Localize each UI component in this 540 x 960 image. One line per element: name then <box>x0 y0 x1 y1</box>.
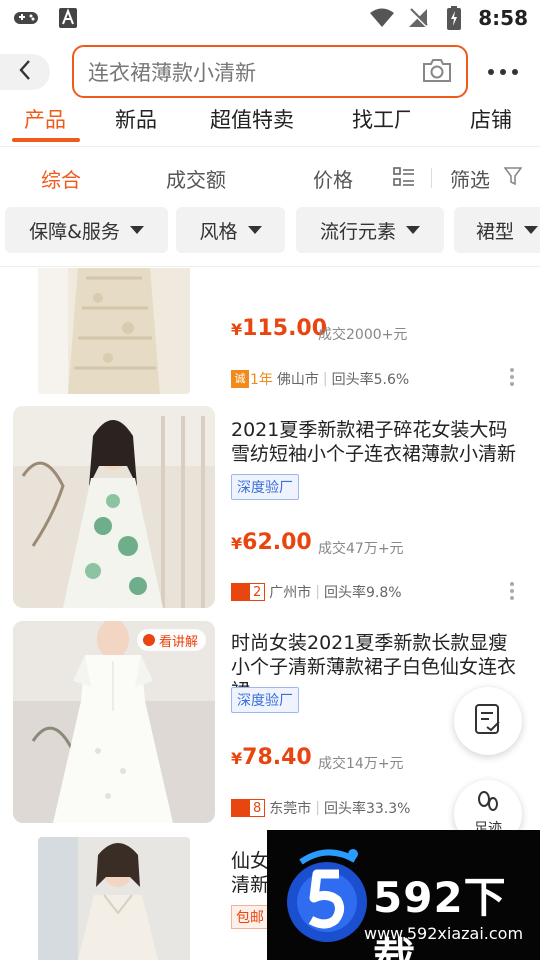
status-bar: 8:58 <box>0 0 540 36</box>
product-price: ¥62.00 <box>231 530 312 555</box>
product-image[interactable] <box>38 837 190 960</box>
verified-factory-badge: 深度验厂 <box>231 474 299 500</box>
tab-new[interactable]: 新品 <box>115 104 157 134</box>
tab-factory[interactable]: 找工厂 <box>352 104 410 134</box>
product-price: ¥115.00 <box>231 316 328 341</box>
chip-label: 流行元素 <box>319 220 396 243</box>
sort-bar: 综合 成交额 价格 筛选 <box>0 152 540 202</box>
seller-year-badge: 诚 1年 <box>231 369 273 389</box>
seller-location: 佛山市 <box>276 372 319 388</box>
divider <box>0 266 540 267</box>
back-button[interactable] <box>0 54 50 90</box>
caret-down-icon <box>129 226 144 234</box>
live-explain-tag[interactable]: 看讲解 <box>137 629 207 651</box>
checklist-icon <box>473 703 503 739</box>
chip-label: 裙型 <box>476 220 515 243</box>
seller-meta: 诚 1年 佛山市 | 回头率5.6% <box>231 369 409 389</box>
more-vertical-icon[interactable] <box>510 582 514 600</box>
chevron-left-icon <box>18 59 32 85</box>
filter-funnel-icon[interactable] <box>503 166 523 190</box>
play-icon <box>143 634 155 646</box>
product-sales: 成交47万+元 <box>318 541 404 557</box>
category-tabs: 产品 新品 超值特卖 找工厂 店铺 <box>0 100 540 144</box>
chip-style[interactable]: 风格 <box>176 207 285 253</box>
font-a-icon <box>54 6 82 30</box>
status-right: 8:58 <box>368 6 528 30</box>
repurchase-rate: 回头率9.8% <box>324 585 402 601</box>
product-price: ¥78.40 <box>231 745 312 770</box>
sort-comprehensive[interactable]: 综合 <box>41 164 81 193</box>
watermark-brand: 592下载 <box>373 873 507 960</box>
product-title[interactable]: 2021夏季新款裙子碎花女装大码雪纺短袖小个子连衣裙薄款小清新 <box>231 418 526 466</box>
caret-down-icon <box>406 226 420 234</box>
seller-location: 广州市 <box>269 585 312 601</box>
filter-button[interactable]: 筛选 <box>450 164 490 193</box>
tab-active-indicator <box>12 138 80 142</box>
divider <box>0 146 540 147</box>
sort-price[interactable]: 价格 <box>313 164 353 193</box>
battery-charging-icon <box>440 6 468 30</box>
seller-level-badge: 8 <box>231 799 266 817</box>
seller-location: 东莞市 <box>269 801 312 817</box>
product-image[interactable]: 看讲解 <box>13 621 215 823</box>
seller-meta: 8 东莞市 | 回头率33.3% <box>231 798 410 818</box>
more-vertical-icon[interactable] <box>510 368 514 386</box>
checklist-button[interactable] <box>454 687 522 755</box>
product-sales: 成交2000+元 <box>318 327 408 343</box>
repurchase-rate: 回头率33.3% <box>324 801 411 817</box>
product-card[interactable]: 2021夏季新款裙子碎花女装大码雪纺短袖小个子连衣裙薄款小清新 深度验厂 ¥62… <box>0 406 540 620</box>
product-sales: 成交14万+元 <box>318 756 404 772</box>
tab-deals[interactable]: 超值特卖 <box>210 104 294 134</box>
status-time: 8:58 <box>478 6 528 30</box>
chip-skirt-type[interactable]: 裙型 <box>454 207 540 253</box>
tab-shops[interactable]: 店铺 <box>470 104 512 134</box>
search-box[interactable]: 连衣裙薄款小清新 <box>72 45 468 98</box>
watermark-logo <box>287 849 367 942</box>
wifi-icon <box>368 6 396 30</box>
tab-products[interactable]: 产品 <box>24 104 66 134</box>
caret-down-icon <box>247 226 262 234</box>
watermark-url: www.592xiazai.com <box>364 924 524 943</box>
app-root: 8:58 连衣裙薄款小清新 产品 新品 超值特卖 找工厂 店铺 综合 成交额 价… <box>0 0 540 960</box>
repurchase-rate: 回头率5.6% <box>331 372 410 388</box>
chip-trend[interactable]: 流行元素 <box>296 207 444 253</box>
crown-icon <box>232 800 250 816</box>
search-header: 连衣裙薄款小清新 <box>0 40 540 102</box>
watermark: 592下载 www.592xiazai.com <box>267 830 540 960</box>
chip-label: 风格 <box>199 220 238 243</box>
filter-chips: 保障&服务 风格 流行元素 裙型 <box>0 207 540 255</box>
trust-seal-icon: 诚 <box>231 370 249 388</box>
sort-volume[interactable]: 成交额 <box>166 164 226 193</box>
free-shipping-badge: 包邮 <box>231 905 269 929</box>
gamepad-icon <box>12 6 40 30</box>
footprint-icon <box>475 790 501 817</box>
caret-down-icon <box>524 226 539 234</box>
chip-service[interactable]: 保障&服务 <box>5 207 168 253</box>
search-input[interactable]: 连衣裙薄款小清新 <box>88 57 422 87</box>
seller-meta: 2 广州市 | 回头率9.8% <box>231 582 402 602</box>
seller-level-badge: 2 <box>231 583 266 601</box>
divider <box>431 168 432 188</box>
product-title[interactable]: 仙女清新 <box>231 849 271 897</box>
camera-icon[interactable] <box>422 57 452 87</box>
product-card[interactable]: ¥115.00 成交2000+元 诚 1年 佛山市 | 回头率5.6% <box>0 268 540 398</box>
no-signal-icon <box>404 6 432 30</box>
list-view-icon[interactable] <box>393 166 415 192</box>
chip-label: 保障&服务 <box>29 220 120 243</box>
crown-icon <box>232 584 250 600</box>
more-options-icon[interactable] <box>488 60 518 84</box>
product-image[interactable] <box>38 268 190 394</box>
product-image[interactable] <box>13 406 215 608</box>
verified-factory-badge: 深度验厂 <box>231 687 299 713</box>
